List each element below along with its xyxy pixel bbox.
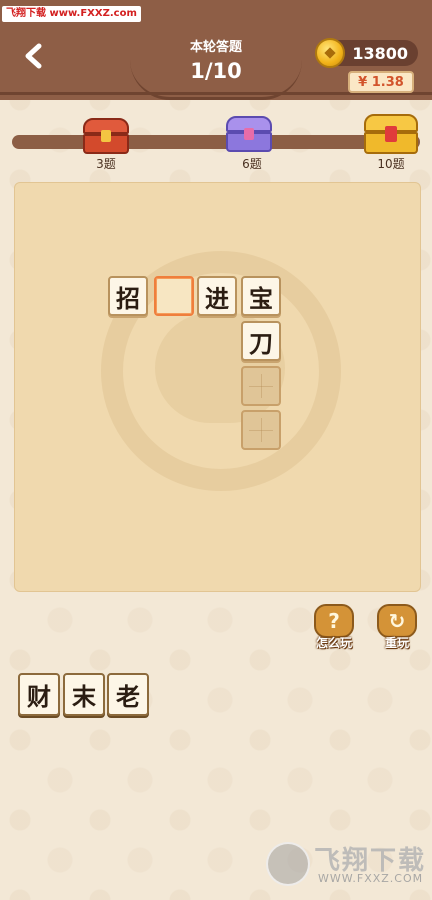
coin-icon [315,38,345,68]
logo-url: WWW.FXXZ.COM [318,872,424,885]
question-icon: ? [314,604,354,638]
milestone-label-10: 10题 [377,157,405,171]
back-button[interactable] [16,40,52,72]
round-label: 本轮答题 [189,40,242,55]
how-to-play-button[interactable]: ? 怎么玩 [309,604,359,651]
answer-option[interactable]: 财 [18,673,60,716]
replay-button[interactable]: ↻ 重玩 [372,604,422,651]
milestone-label-6: 6题 [242,157,262,171]
grid-cell[interactable]: 宝 [241,276,281,316]
cash-balance-badge[interactable]: ¥ 1.38 [348,71,414,93]
reward-progress-track [12,135,420,149]
question-progress: 1/10 [190,59,242,83]
chevron-left-icon [25,43,42,69]
milestone-label-3: 3题 [96,157,116,171]
replay-label: 重玩 [384,636,409,650]
treasure-chest-10-icon[interactable] [364,114,418,154]
watermark-label: 飞翔下载 www.FXXZ.com [2,6,141,22]
answer-option[interactable]: 老 [107,673,149,716]
answer-option[interactable]: 末 [63,673,105,716]
grid-cell[interactable]: 招 [108,276,148,316]
puzzle-board: 招 进 宝 刀 [14,182,421,592]
grid-cell[interactable]: 刀 [241,321,281,361]
coin-count: 13800 [352,43,408,63]
treasure-chest-3-icon[interactable] [83,118,129,154]
refresh-icon: ↻ [377,604,417,638]
grid-cell-empty[interactable] [241,366,281,406]
treasure-chest-6-icon[interactable] [226,116,272,152]
grid-cell[interactable]: 进 [197,276,237,316]
grid-cell-empty[interactable] [241,410,281,450]
footer-watermark-logo: 飞翔下载 WWW.FXXZ.COM [262,838,424,894]
logo-mark-icon [266,842,310,886]
how-to-play-label: 怎么玩 [315,636,352,650]
grid-cell-selected[interactable] [154,276,194,316]
round-progress: 本轮答题 1/10 [150,40,282,84]
